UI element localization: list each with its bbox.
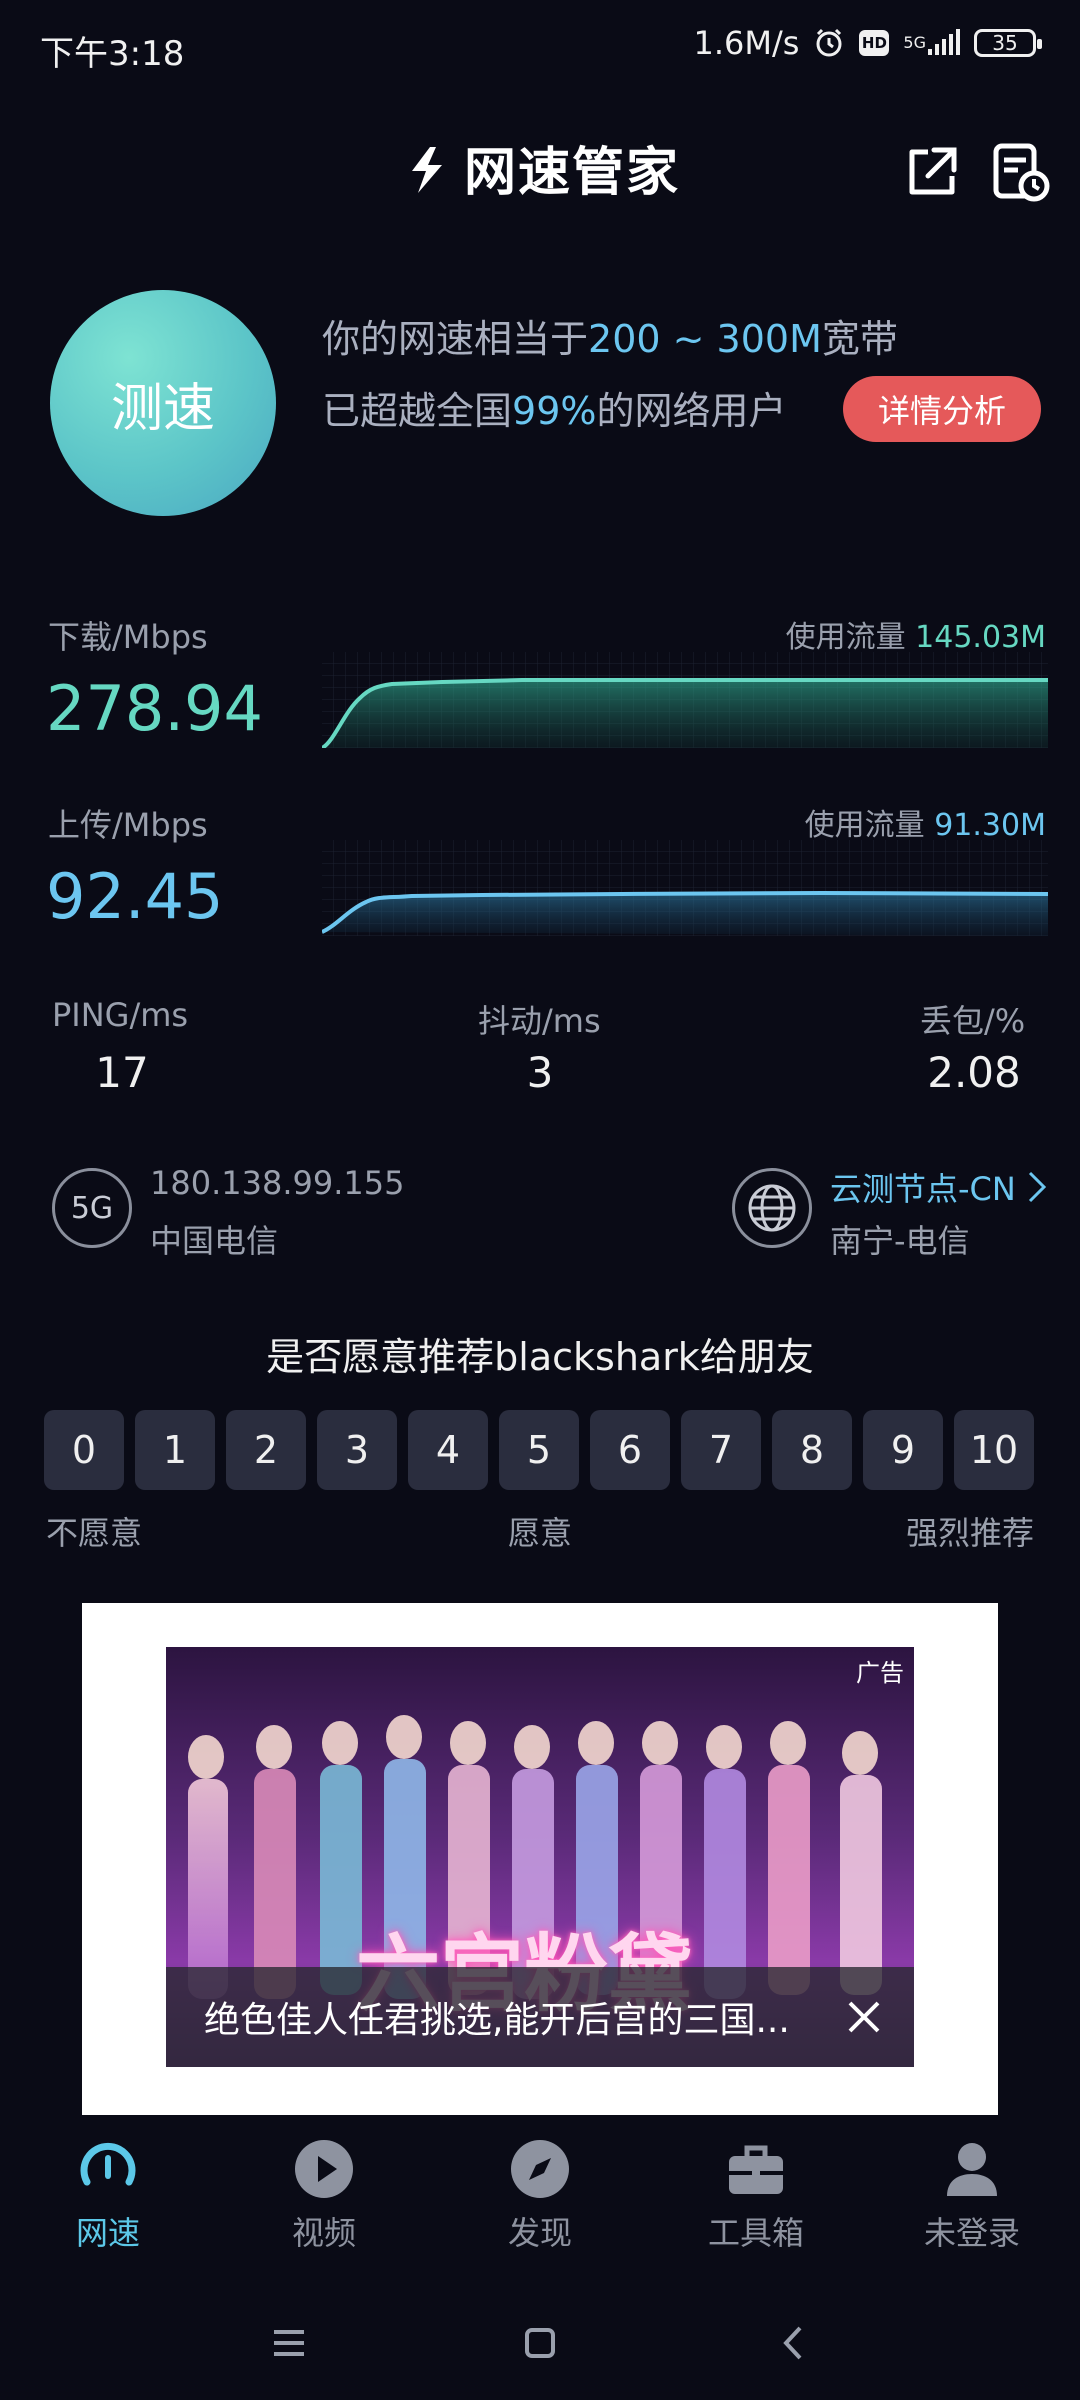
network-type-badge: 5G	[52, 1168, 132, 1248]
ad-banner[interactable]: 六宫粉黛 广告 绝色佳人任君挑选,能开后宫的三国...	[82, 1603, 998, 2115]
rank-highlight: 99%	[512, 389, 597, 433]
nav-item-account[interactable]: 未登录	[864, 2130, 1080, 2260]
app-title-text: 网速管家	[463, 143, 680, 203]
nav-item-toolbox[interactable]: 工具箱	[648, 2130, 864, 2260]
nav-label-speed: 网速	[75, 2214, 140, 2252]
chevron-right-icon	[1026, 1169, 1048, 1213]
battery-icon: 35	[974, 29, 1042, 57]
speedometer-icon	[80, 2142, 136, 2186]
ip-address: 180.138.99.155	[150, 1164, 405, 1202]
test-node-location: 南宁-电信	[830, 1222, 970, 1260]
nav-label-video: 视频	[291, 2214, 356, 2252]
share-button[interactable]	[900, 140, 964, 204]
rank-suffix: 的网络用户	[596, 389, 787, 433]
ad-image[interactable]: 六宫粉黛 广告 绝色佳人任君挑选,能开后宫的三国...	[166, 1647, 914, 2067]
speed-equivalent-text: 你的网速相当于200 ~ 300M宽带	[322, 308, 898, 363]
test-node-name: 云测节点-CN	[830, 1170, 1016, 1208]
history-icon	[993, 143, 1050, 202]
nav-label-discover: 发现	[507, 2214, 572, 2252]
play-icon	[295, 2140, 353, 2198]
alarm-icon	[813, 27, 845, 59]
upload-traffic-value: 91.30M	[934, 808, 1046, 843]
upload-traffic: 使用流量 91.30M	[805, 800, 1046, 844]
score-button-6[interactable]: 6	[590, 1410, 670, 1490]
speed-test-button[interactable]: 测速	[50, 290, 276, 516]
packet-loss-value: 2.08	[927, 1048, 1021, 1097]
summary-highlight: 200 ~ 300M	[588, 317, 822, 361]
ad-label: 广告	[856, 1659, 904, 1687]
globe-icon	[732, 1168, 812, 1248]
signal-icon: 5G	[903, 29, 960, 57]
rank-text: 已超越全国99%的网络用户	[322, 380, 787, 435]
scale-label-mid: 愿意	[508, 1514, 573, 1552]
scale-label-high: 强烈推荐	[905, 1514, 1034, 1552]
jitter-value: 3	[526, 1048, 554, 1097]
isp-name: 中国电信	[150, 1222, 279, 1260]
nav-label-toolbox: 工具箱	[707, 2214, 804, 2252]
recent-apps-button[interactable]	[264, 2318, 314, 2368]
status-time: 下午3:18	[40, 34, 185, 74]
status-icons: 1.6M/s HD 5G 35	[693, 24, 1042, 62]
bottom-nav: 网速 视频 发现 工具箱 未登录	[0, 2130, 1080, 2260]
menu-icon	[274, 2330, 304, 2356]
upload-traffic-label: 使用流量	[804, 808, 925, 843]
net-speed-text: 1.6M/s	[693, 24, 800, 62]
nav-item-video[interactable]: 视频	[216, 2130, 432, 2260]
rank-prefix: 已超越全国	[322, 389, 513, 433]
score-selector: 0 1 2 3 4 5 6 7 8 9 10	[44, 1410, 1034, 1490]
toolbox-icon	[729, 2145, 783, 2194]
score-button-8[interactable]: 8	[772, 1410, 852, 1490]
download-label: 下载/Mbps	[48, 618, 208, 656]
test-node-selector[interactable]: 云测节点-CN	[830, 1164, 1048, 1213]
score-button-10[interactable]: 10	[954, 1410, 1034, 1490]
nav-item-discover[interactable]: 发现	[432, 2130, 648, 2260]
score-button-7[interactable]: 7	[681, 1410, 761, 1490]
score-button-0[interactable]: 0	[44, 1410, 124, 1490]
scale-label-low: 不愿意	[46, 1514, 143, 1552]
share-icon	[909, 147, 957, 195]
hd-icon: HD	[859, 30, 890, 56]
ad-close-button[interactable]	[844, 1997, 884, 2037]
ping-label: PING/ms	[52, 996, 189, 1034]
upload-speed-graph	[322, 840, 1048, 936]
download-traffic: 使用流量 145.03M	[786, 612, 1046, 656]
download-traffic-value: 145.03M	[915, 620, 1046, 655]
user-icon	[947, 2143, 997, 2196]
signal-type-label: 5G	[903, 33, 926, 52]
home-button[interactable]	[515, 2318, 565, 2368]
download-speed-graph	[322, 652, 1048, 748]
upload-label: 上传/Mbps	[48, 806, 208, 844]
nav-item-speed[interactable]: 网速	[0, 2130, 216, 2260]
score-button-2[interactable]: 2	[226, 1410, 306, 1490]
compass-icon	[511, 2140, 569, 2198]
jitter-label: 抖动/ms	[478, 1002, 601, 1040]
summary-prefix: 你的网速相当于	[322, 317, 589, 361]
score-button-3[interactable]: 3	[317, 1410, 397, 1490]
detail-analysis-button[interactable]: 详情分析	[843, 376, 1041, 442]
score-button-5[interactable]: 5	[499, 1410, 579, 1490]
ping-value: 17	[95, 1048, 149, 1097]
download-traffic-label: 使用流量	[785, 620, 906, 655]
nav-label-account: 未登录	[923, 2214, 1020, 2252]
back-chevron-icon	[783, 2326, 802, 2360]
recommend-question: 是否愿意推荐blackshark给朋友	[266, 1335, 814, 1379]
download-value: 278.94	[46, 672, 263, 745]
back-button[interactable]	[770, 2318, 820, 2368]
score-button-4[interactable]: 4	[408, 1410, 488, 1490]
app-logo-icon	[400, 143, 454, 210]
packet-loss-label: 丢包/%	[920, 1002, 1026, 1040]
score-button-1[interactable]: 1	[135, 1410, 215, 1490]
score-button-9[interactable]: 9	[863, 1410, 943, 1490]
upload-value: 92.45	[46, 860, 224, 933]
home-square-icon	[525, 2328, 555, 2358]
ad-caption: 绝色佳人任君挑选,能开后宫的三国...	[166, 1967, 914, 2067]
summary-suffix: 宽带	[821, 317, 898, 361]
close-icon	[848, 2001, 880, 2033]
history-button[interactable]	[988, 140, 1052, 204]
